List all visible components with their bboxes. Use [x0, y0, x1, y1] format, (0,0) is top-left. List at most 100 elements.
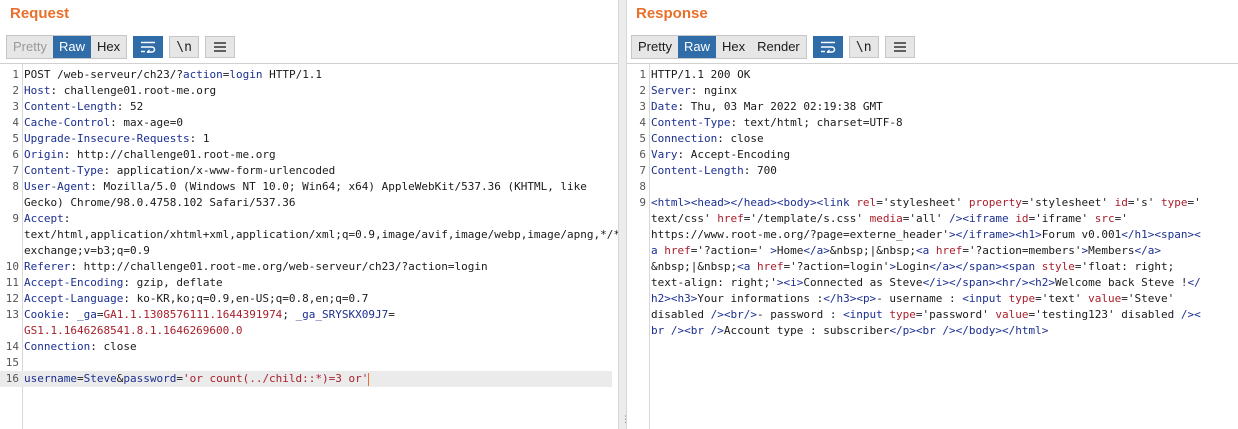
code-line[interactable]: 4 Cache-Control: max-age=0: [0, 115, 612, 131]
code-line[interactable]: 8: [627, 179, 1232, 195]
code-token: ;: [282, 308, 296, 321]
code-line[interactable]: 6 Vary: Accept-Encoding: [627, 147, 1232, 163]
code-token: POST /web-serveur/ch23/?: [24, 68, 183, 81]
request-word-wrap-button[interactable]: [133, 36, 164, 58]
line-text: <html><head></head><body><link rel='styl…: [651, 195, 1232, 339]
request-tab-pretty[interactable]: Pretty: [7, 36, 53, 58]
code-token: /><br/>: [710, 308, 757, 321]
code-token: &nbsp;|&nbsp;: [829, 244, 916, 257]
request-view-tabs: Pretty Raw Hex: [6, 35, 128, 59]
line-number: 8: [639, 180, 646, 193]
code-token: User-Agent: [24, 180, 91, 193]
response-menu-button[interactable]: [884, 36, 915, 58]
code-line[interactable]: 10 Referer: http://challenge01.root-me.or…: [0, 259, 612, 275]
code-token: HTTP/1.1: [262, 68, 323, 81]
request-editor[interactable]: 1 POST /web-serveur/ch23/?action=login HT…: [0, 63, 792, 429]
code-token: href: [717, 212, 744, 225]
word-wrap-icon: [820, 41, 835, 53]
code-line[interactable]: 9 <html><head></head><body><link rel='sty…: [627, 195, 1232, 339]
line-number: 11: [5, 276, 19, 289]
code-line[interactable]: 9 Accept: text/html,application/xhtml+xml…: [0, 211, 792, 259]
code-line[interactable]: 1 POST /web-serveur/ch23/?action=login HT…: [0, 67, 612, 83]
response-tab-raw[interactable]: Raw: [677, 36, 716, 58]
code-token: : challenge01.root-me.org: [50, 84, 217, 97]
code-line[interactable]: 7 Content-Length: 700: [627, 163, 1232, 179]
splitter-grip-icon: ⋮: [621, 415, 630, 425]
code-token: : application/x-www-form-urlencoded: [103, 164, 336, 177]
line-text: Connection: close: [24, 339, 612, 355]
code-token: '/template/s.css': [750, 212, 870, 225]
response-tab-hex[interactable]: Hex: [716, 36, 751, 58]
request-show-newlines-button[interactable]: \n: [169, 36, 200, 58]
code-token: >: [770, 244, 777, 257]
code-line[interactable]: 8 User-Agent: Mozilla/5.0 (Windows NT 10.…: [0, 179, 612, 211]
line-number: 4: [12, 116, 19, 129]
code-line[interactable]: 3 Date: Thu, 03 Mar 2022 02:19:38 GMT: [627, 99, 1232, 115]
line-number: 16: [5, 372, 19, 385]
response-view-tabs: Pretty Raw Hex Render: [631, 35, 807, 59]
code-token: src: [1094, 212, 1115, 225]
response-word-wrap-button[interactable]: [812, 36, 843, 58]
code-line[interactable]: 12 Accept-Language: ko-KR,ko;q=0.9,en-US;…: [0, 291, 612, 307]
hamburger-icon: [893, 42, 906, 52]
line-text: Content-Length: 52: [24, 99, 612, 115]
code-token: action: [182, 68, 223, 81]
line-text: HTTP/1.1 200 OK: [651, 67, 1232, 83]
code-line[interactable]: 5 Connection: close: [627, 131, 1232, 147]
line-text: Referer: http://challenge01.root-me.org/…: [24, 259, 612, 275]
request-title: Request: [10, 5, 70, 22]
code-token: HTTP/1.1 200 OK: [651, 68, 751, 81]
code-line[interactable]: 14 Connection: close: [0, 339, 612, 355]
code-line[interactable]: 15: [0, 355, 612, 371]
code-token: </h3><p>: [823, 292, 877, 305]
line-number: 6: [639, 148, 646, 161]
code-token: '?action=': [697, 244, 771, 257]
code-token: : close: [717, 132, 764, 145]
code-line[interactable]: 13 Cookie: _ga=GA1.1.1308576111.164439197…: [0, 307, 612, 339]
word-wrap-icon: [141, 41, 156, 53]
code-token: Content-Type: [24, 164, 104, 177]
code-token: Forum v0.001: [1041, 228, 1122, 241]
code-line[interactable]: 2 Server: nginx: [627, 83, 1232, 99]
code-token: =: [1121, 292, 1128, 305]
line-text: Accept-Language: ko-KR,ko;q=0.9,en-US;q=…: [24, 291, 612, 307]
code-token: GA1.1.1308576111.1644391974: [103, 308, 283, 321]
code-line[interactable]: 1 HTTP/1.1 200 OK: [627, 67, 1232, 83]
code-line[interactable]: 4 Content-Type: text/html; charset=UTF-8: [627, 115, 1232, 131]
response-show-newlines-button[interactable]: \n: [848, 36, 879, 58]
response-toolbar: Pretty Raw Hex Render \n: [631, 35, 915, 59]
line-text: Date: Thu, 03 Mar 2022 02:19:38 GMT: [651, 99, 1232, 115]
code-line[interactable]: 11 Accept-Encoding: gzip, deflate: [0, 275, 612, 291]
code-token: 'iframe': [1035, 212, 1095, 225]
code-token: : Accept-Encoding: [677, 148, 791, 161]
code-token: =: [1035, 292, 1042, 305]
code-token: <a: [737, 260, 757, 273]
request-pane: Request Pretty Raw Hex \n 1 POST /web-ser…: [0, 0, 792, 429]
response-tab-render[interactable]: Render: [751, 36, 806, 58]
code-line[interactable]: 3 Content-Length: 52: [0, 99, 612, 115]
code-token: 'text': [1041, 292, 1089, 305]
code-line[interactable]: 5 Upgrade-Insecure-Requests: 1: [0, 131, 612, 147]
code-token: value: [995, 308, 1029, 321]
response-tab-pretty[interactable]: Pretty: [632, 36, 678, 58]
code-line[interactable]: 6 Origin: http://challenge01.root-me.org: [0, 147, 612, 163]
pane-splitter[interactable]: ⋮: [618, 0, 630, 429]
code-line[interactable]: 16 username=Steve&password='or count(../c…: [0, 371, 612, 387]
code-token: username: [24, 372, 77, 385]
code-token: Vary: [651, 148, 678, 161]
code-line[interactable]: 2 Host: challenge01.root-me.org: [0, 83, 612, 99]
request-tab-hex[interactable]: Hex: [91, 36, 126, 58]
line-number: 7: [639, 164, 646, 177]
line-number: 5: [639, 132, 646, 145]
code-token: Origin: [24, 148, 64, 161]
code-token: '?action=members': [968, 244, 1082, 257]
code-token: : http://challenge01.root-me.org/web-ser…: [70, 260, 488, 273]
code-token: Content-Length: [651, 164, 744, 177]
request-menu-button[interactable]: [205, 36, 236, 58]
response-editor[interactable]: 1 HTTP/1.1 200 OK 2 Server: nginx 3 Date: Thu…: [627, 63, 1238, 429]
line-text: Cache-Control: max-age=0: [24, 115, 612, 131]
code-line[interactable]: 7 Content-Type: application/x-www-form-ur…: [0, 163, 612, 179]
request-tab-raw[interactable]: Raw: [52, 36, 91, 58]
code-token: '?action=login': [790, 260, 890, 273]
code-token: Connection: [24, 340, 91, 353]
